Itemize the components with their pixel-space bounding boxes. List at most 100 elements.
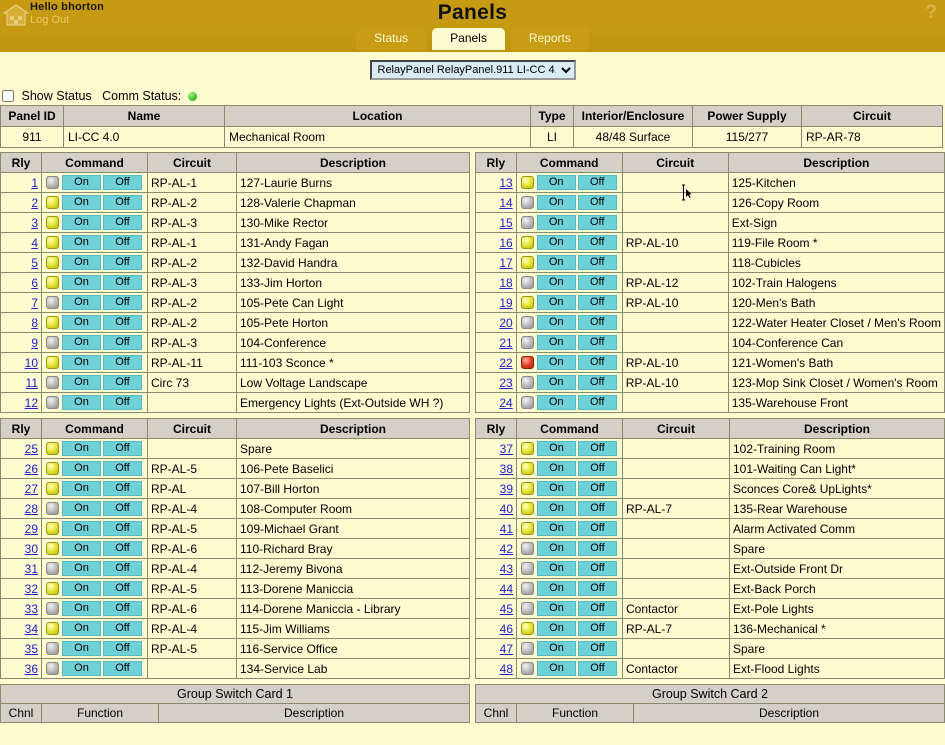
relay-link[interactable]: 47 [500, 642, 513, 656]
relay-link[interactable]: 9 [31, 336, 38, 350]
relay-on-button[interactable]: On [62, 621, 101, 636]
relay-off-button[interactable]: Off [103, 235, 142, 250]
relay-link[interactable]: 29 [25, 522, 38, 536]
relay-on-button[interactable]: On [537, 601, 576, 616]
relay-on-button[interactable]: On [537, 375, 576, 390]
relay-link[interactable]: 6 [31, 276, 38, 290]
relay-off-button[interactable]: Off [103, 215, 142, 230]
relay-link[interactable]: 16 [499, 236, 512, 250]
relay-on-button[interactable]: On [537, 395, 576, 410]
relay-off-button[interactable]: Off [578, 215, 617, 230]
relay-on-button[interactable]: On [62, 461, 101, 476]
relay-link[interactable]: 28 [25, 502, 38, 516]
relay-on-button[interactable]: On [62, 441, 101, 456]
relay-on-button[interactable]: On [537, 235, 576, 250]
relay-link[interactable]: 23 [499, 376, 512, 390]
relay-on-button[interactable]: On [62, 255, 101, 270]
relay-on-button[interactable]: On [537, 175, 576, 190]
relay-link[interactable]: 40 [500, 502, 513, 516]
tab-panels[interactable]: Panels [432, 28, 505, 50]
relay-off-button[interactable]: Off [103, 621, 142, 636]
tab-status[interactable]: Status [356, 28, 426, 50]
relay-on-button[interactable]: On [537, 461, 576, 476]
relay-off-button[interactable]: Off [578, 501, 617, 516]
relay-off-button[interactable]: Off [578, 581, 617, 596]
relay-on-button[interactable]: On [537, 621, 576, 636]
relay-on-button[interactable]: On [62, 661, 101, 676]
relay-link[interactable]: 42 [500, 542, 513, 556]
relay-off-button[interactable]: Off [578, 195, 617, 210]
relay-off-button[interactable]: Off [103, 661, 142, 676]
relay-on-button[interactable]: On [62, 601, 101, 616]
relay-on-button[interactable]: On [62, 295, 101, 310]
relay-link[interactable]: 38 [500, 462, 513, 476]
relay-on-button[interactable]: On [537, 661, 576, 676]
relay-off-button[interactable]: Off [103, 175, 142, 190]
relay-link[interactable]: 32 [25, 582, 38, 596]
relay-on-button[interactable]: On [62, 501, 101, 516]
relay-link[interactable]: 34 [25, 622, 38, 636]
relay-link[interactable]: 8 [31, 316, 38, 330]
relay-link[interactable]: 24 [499, 396, 512, 410]
relay-link[interactable]: 14 [499, 196, 512, 210]
tab-reports[interactable]: Reports [511, 28, 589, 50]
relay-off-button[interactable]: Off [578, 621, 617, 636]
relay-off-button[interactable]: Off [578, 235, 617, 250]
relay-link[interactable]: 11 [26, 376, 38, 390]
relay-off-button[interactable]: Off [578, 295, 617, 310]
relay-link[interactable]: 7 [31, 296, 38, 310]
relay-on-button[interactable]: On [62, 581, 101, 596]
relay-on-button[interactable]: On [537, 521, 576, 536]
relay-off-button[interactable]: Off [103, 355, 142, 370]
relay-link[interactable]: 39 [500, 482, 513, 496]
relay-link[interactable]: 3 [31, 216, 38, 230]
relay-off-button[interactable]: Off [103, 195, 142, 210]
relay-off-button[interactable]: Off [103, 295, 142, 310]
relay-off-button[interactable]: Off [578, 541, 617, 556]
relay-link[interactable]: 31 [25, 562, 38, 576]
relay-off-button[interactable]: Off [103, 461, 142, 476]
relay-link[interactable]: 22 [499, 356, 512, 370]
relay-off-button[interactable]: Off [103, 275, 142, 290]
relay-off-button[interactable]: Off [103, 375, 142, 390]
panel-select[interactable]: RelayPanel RelayPanel.911 LI-CC 4.0 [370, 60, 576, 80]
relay-on-button[interactable]: On [537, 441, 576, 456]
relay-off-button[interactable]: Off [578, 175, 617, 190]
relay-off-button[interactable]: Off [103, 315, 142, 330]
relay-on-button[interactable]: On [537, 195, 576, 210]
relay-off-button[interactable]: Off [578, 641, 617, 656]
show-status-checkbox[interactable] [2, 90, 14, 102]
relay-on-button[interactable]: On [537, 215, 576, 230]
relay-link[interactable]: 21 [499, 336, 512, 350]
relay-off-button[interactable]: Off [103, 521, 142, 536]
relay-on-button[interactable]: On [62, 521, 101, 536]
relay-link[interactable]: 18 [499, 276, 512, 290]
relay-link[interactable]: 4 [31, 236, 38, 250]
relay-on-button[interactable]: On [62, 375, 101, 390]
relay-on-button[interactable]: On [537, 295, 576, 310]
relay-off-button[interactable]: Off [578, 461, 617, 476]
relay-off-button[interactable]: Off [578, 355, 617, 370]
relay-off-button[interactable]: Off [578, 481, 617, 496]
relay-link[interactable]: 12 [25, 396, 38, 410]
relay-off-button[interactable]: Off [578, 395, 617, 410]
relay-link[interactable]: 48 [500, 662, 513, 676]
relay-off-button[interactable]: Off [578, 601, 617, 616]
help-icon[interactable]: ? [925, 2, 937, 24]
relay-on-button[interactable]: On [537, 501, 576, 516]
relay-on-button[interactable]: On [62, 235, 101, 250]
relay-link[interactable]: 10 [25, 356, 38, 370]
relay-on-button[interactable]: On [537, 641, 576, 656]
relay-off-button[interactable]: Off [578, 661, 617, 676]
relay-on-button[interactable]: On [62, 175, 101, 190]
relay-off-button[interactable]: Off [103, 481, 142, 496]
relay-off-button[interactable]: Off [103, 561, 142, 576]
relay-link[interactable]: 26 [25, 462, 38, 476]
relay-link[interactable]: 36 [25, 662, 38, 676]
relay-on-button[interactable]: On [537, 541, 576, 556]
relay-on-button[interactable]: On [62, 395, 101, 410]
relay-link[interactable]: 17 [499, 256, 512, 270]
relay-link[interactable]: 19 [499, 296, 512, 310]
relay-on-button[interactable]: On [62, 561, 101, 576]
relay-off-button[interactable]: Off [578, 441, 617, 456]
